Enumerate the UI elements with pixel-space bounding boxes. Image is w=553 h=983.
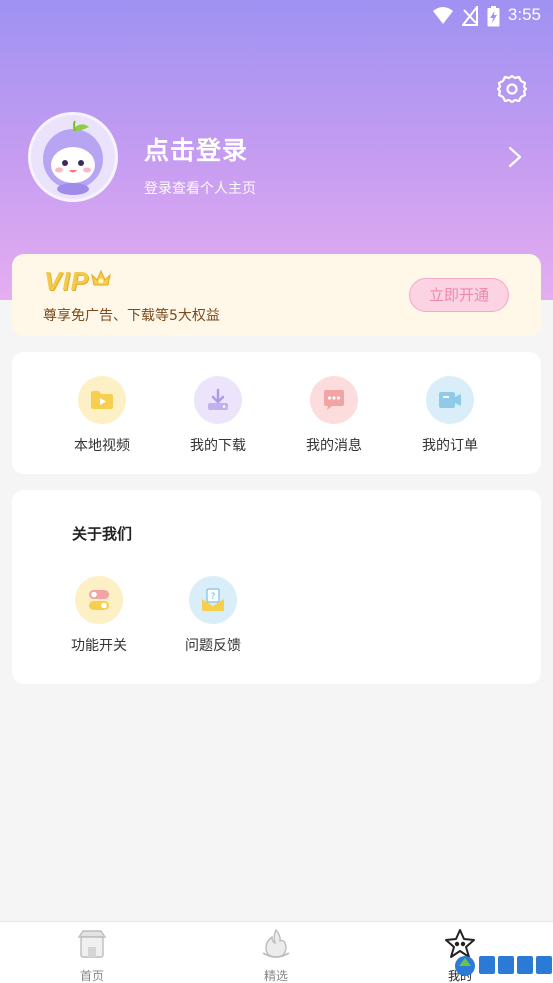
play-folder-icon [78, 376, 126, 424]
quick-action-local-video[interactable]: 本地视频 [52, 376, 152, 455]
quick-action-label: 我的下载 [190, 438, 246, 454]
about-item-label: 问题反馈 [185, 638, 241, 654]
no-signal-icon [462, 6, 478, 26]
chevron-right-icon[interactable] [507, 146, 523, 168]
site-watermark-logo [455, 956, 552, 976]
about-item-feedback[interactable]: ? 问题反馈 [163, 576, 263, 655]
message-icon [310, 376, 358, 424]
feedback-icon: ? [189, 576, 237, 624]
featured-icon [262, 928, 290, 958]
vip-card[interactable]: VIP 尊享免广告、下载等5大权益 立即开通 [12, 254, 541, 336]
quick-actions-card: 本地视频 我的下载 我的消息 我的订单 [12, 352, 541, 474]
tab-label: 精选 [263, 969, 288, 983]
about-card: 关于我们 功能开关 ? 问题反馈 [12, 490, 541, 684]
quick-action-downloads[interactable]: 我的下载 [168, 376, 268, 455]
avatar[interactable] [28, 112, 118, 202]
vip-logo: VIP [44, 266, 89, 296]
tab-home[interactable]: 首页 [37, 922, 147, 983]
toggle-icon [75, 576, 123, 624]
mascot-avatar-icon [43, 120, 103, 195]
home-icon [77, 930, 107, 958]
download-icon [194, 376, 242, 424]
login-subtitle: 登录查看个人主页 [144, 181, 256, 197]
vip-description: 尊享免广告、下载等5大权益 [43, 308, 220, 324]
quick-action-orders[interactable]: 我的订单 [400, 376, 500, 455]
quick-action-label: 本地视频 [74, 438, 130, 454]
tab-featured[interactable]: 精选 [221, 922, 331, 983]
status-time: 3:55 [507, 5, 541, 24]
tab-label: 首页 [79, 969, 104, 983]
quick-action-messages[interactable]: 我的消息 [284, 376, 384, 455]
quick-action-label: 我的消息 [306, 438, 362, 454]
battery-charging-icon [487, 6, 500, 27]
crown-icon [91, 269, 111, 286]
status-bar: 3:55 [0, 0, 553, 32]
about-item-feature-toggle[interactable]: 功能开关 [49, 576, 149, 655]
about-item-label: 功能开关 [71, 638, 127, 654]
login-title[interactable]: 点击登录 [144, 131, 248, 167]
order-icon [426, 376, 474, 424]
wifi-icon [433, 7, 453, 24]
about-section-title: 关于我们 [72, 525, 133, 543]
settings-gear-icon[interactable] [497, 74, 527, 104]
svg-text:?: ? [211, 592, 216, 602]
quick-action-label: 我的订单 [422, 438, 478, 454]
vip-open-button[interactable]: 立即开通 [409, 278, 509, 312]
